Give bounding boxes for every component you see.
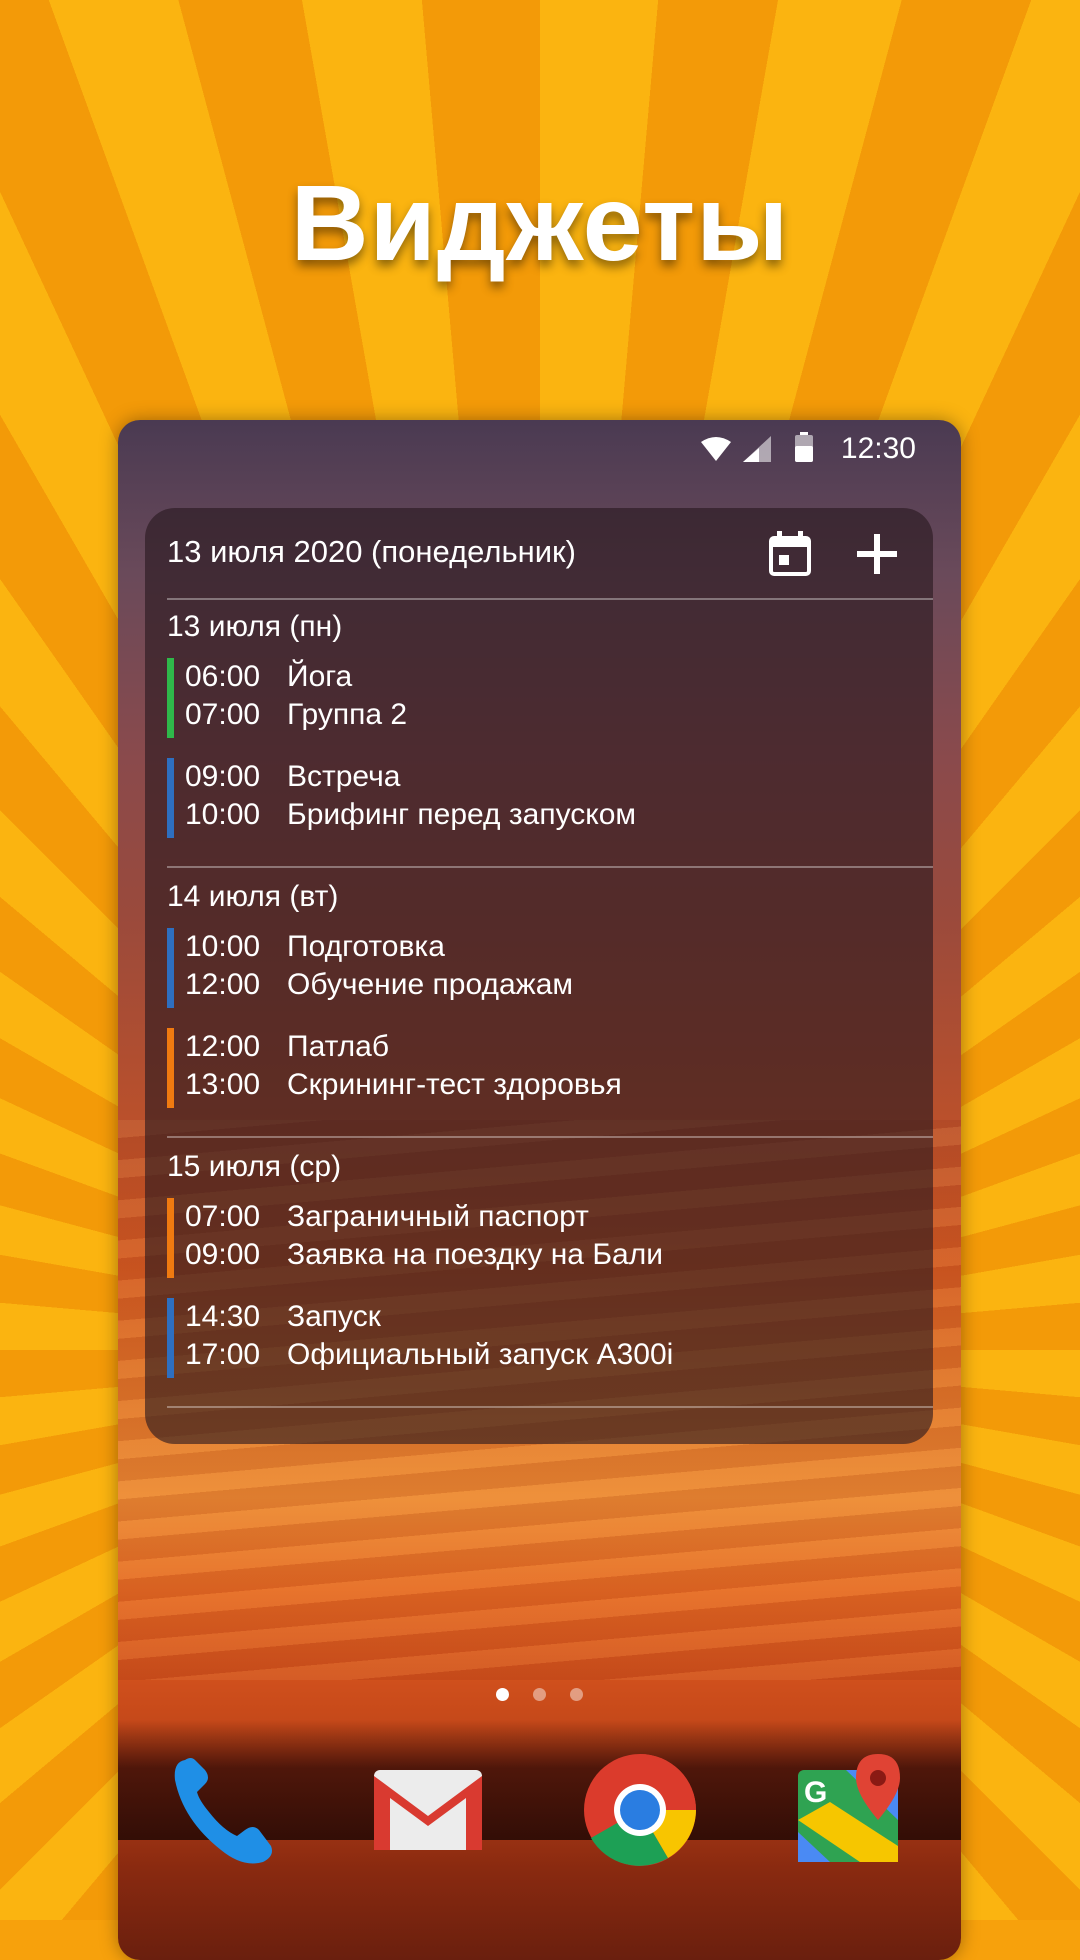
event-color-bar — [167, 1198, 174, 1278]
day-label: 14 июля (вт) — [167, 880, 339, 913]
page-dot — [495, 1688, 509, 1701]
event-item[interactable]: 10:00 12:00 Подготовка Обучение продажам — [167, 928, 907, 1008]
event-item[interactable]: 09:00 10:00 Встреча Брифинг перед запуск… — [167, 758, 907, 838]
event-title: Заграничный паспорт — [287, 1200, 589, 1233]
event-end-time: 10:00 — [185, 798, 261, 831]
event-end-time: 13:00 — [185, 1068, 261, 1101]
event-end-time: 17:00 — [185, 1338, 261, 1371]
event-subtitle: Заявка на поездку на Бали — [287, 1238, 663, 1271]
event-start-time: 10:00 — [185, 930, 261, 963]
event-title: Запуск — [287, 1300, 381, 1333]
chrome-app-icon[interactable] — [580, 1750, 700, 1870]
event-item[interactable]: 06:00 07:00 Йога Группа 2 — [167, 658, 907, 738]
widget-date-title[interactable]: 13 июля 2020 (понедельник) — [167, 534, 576, 570]
event-item[interactable]: 07:00 09:00 Заграничный паспорт Заявка н… — [167, 1198, 907, 1278]
page-dot — [533, 1688, 546, 1701]
phone-screen: 12:30 13 июля 2020 (понедельник) 13 июля… — [118, 420, 961, 1960]
headline: Виджеты — [290, 162, 790, 283]
event-end-time: 07:00 — [185, 698, 261, 731]
event-title: Йога — [287, 660, 353, 693]
event-start-time: 14:30 — [185, 1300, 261, 1333]
divider — [167, 1136, 933, 1138]
event-end-time: 09:00 — [185, 1238, 261, 1271]
gmail-app-icon[interactable] — [368, 1750, 488, 1870]
event-title: Патлаб — [287, 1030, 390, 1063]
divider — [167, 866, 933, 868]
event-color-bar — [167, 1028, 174, 1108]
app-dock: G — [118, 1750, 961, 1890]
event-title: Подготовка — [287, 930, 445, 963]
phone-app-icon[interactable] — [163, 1750, 283, 1870]
event-subtitle: Брифинг перед запуском — [287, 798, 637, 831]
day-label: 15 июля (ср) — [167, 1150, 342, 1183]
battery-icon — [795, 432, 813, 462]
event-end-time: 12:00 — [185, 968, 261, 1001]
page-indicator — [118, 1688, 961, 1706]
event-color-bar — [167, 758, 174, 838]
event-start-time: 12:00 — [185, 1030, 261, 1063]
event-start-time: 07:00 — [185, 1200, 261, 1233]
maps-app-icon[interactable]: G — [790, 1750, 910, 1870]
event-color-bar — [167, 928, 174, 1008]
event-subtitle: Обучение продажам — [287, 968, 574, 1001]
event-item[interactable]: 12:00 13:00 Патлаб Скрининг-тест здоровь… — [167, 1028, 907, 1108]
event-start-time: 06:00 — [185, 660, 261, 693]
widget-header: 13 июля 2020 (понедельник) — [167, 508, 933, 598]
calendar-widget[interactable]: 13 июля 2020 (понедельник) 13 июля (пн) … — [145, 508, 933, 1444]
page-dot — [570, 1688, 584, 1701]
event-subtitle: Группа 2 — [287, 698, 408, 731]
day-label: 13 июля (пн) — [167, 610, 343, 643]
event-color-bar — [167, 658, 174, 738]
divider — [167, 598, 933, 600]
event-start-time: 09:00 — [185, 760, 261, 793]
event-item[interactable]: 14:30 17:00 Запуск Официальный запуск A3… — [167, 1298, 907, 1378]
signal-icon — [743, 436, 771, 462]
event-subtitle: Скрининг-тест здоровья — [287, 1068, 622, 1101]
event-title: Встреча — [287, 760, 401, 793]
wifi-icon — [701, 437, 731, 461]
svg-text:G: G — [804, 1776, 827, 1809]
divider — [167, 1406, 933, 1408]
add-event-icon[interactable] — [853, 530, 901, 578]
status-bar: 12:30 — [118, 420, 961, 480]
event-color-bar — [167, 1298, 174, 1378]
event-subtitle: Официальный запуск A300i — [287, 1338, 674, 1371]
status-time: 12:30 — [840, 432, 916, 465]
calendar-icon[interactable] — [767, 530, 813, 578]
